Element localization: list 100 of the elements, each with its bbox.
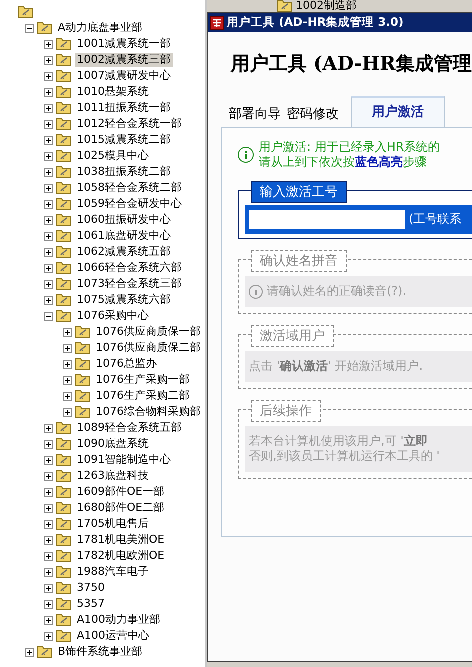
tree-item[interactable]: 1066轻合金系统六部 bbox=[75, 261, 184, 275]
tree-item[interactable]: 1038扭振系统二部 bbox=[75, 165, 173, 179]
tree-item[interactable]: 1988汽车电子 bbox=[75, 565, 151, 579]
tree-item[interactable]: A100运营中心 bbox=[75, 629, 152, 643]
expand-toggle[interactable] bbox=[44, 248, 53, 256]
expand-toggle[interactable] bbox=[44, 136, 53, 144]
expand-toggle[interactable] bbox=[44, 488, 53, 496]
expand-toggle[interactable] bbox=[44, 312, 53, 320]
folder-icon bbox=[56, 261, 72, 275]
tree-item[interactable]: 1059轻合金研发中心 bbox=[75, 197, 184, 211]
tree-item[interactable]: 1076供应商质保二部 bbox=[94, 341, 203, 355]
tree-item[interactable]: 1025模具中心 bbox=[75, 149, 151, 163]
folder-icon bbox=[56, 421, 72, 435]
tree-item[interactable]: 5357 bbox=[75, 597, 107, 611]
tree-item[interactable]: 1076供应商质保一部 bbox=[94, 325, 203, 339]
folder-icon bbox=[75, 357, 91, 371]
tree-item[interactable]: 1090底盘系统 bbox=[75, 437, 151, 451]
expand-toggle[interactable] bbox=[44, 424, 53, 432]
expand-toggle[interactable] bbox=[44, 296, 53, 304]
expand-toggle[interactable] bbox=[25, 24, 34, 32]
expand-toggle[interactable] bbox=[44, 216, 53, 224]
expand-toggle[interactable] bbox=[44, 600, 53, 608]
expand-toggle[interactable] bbox=[63, 328, 72, 336]
tree-item[interactable]: A100动力事业部 bbox=[75, 613, 163, 627]
tree-item[interactable]: 1058轻合金系统二部 bbox=[75, 181, 184, 195]
folder-icon bbox=[18, 5, 34, 19]
tree-item[interactable]: 1076综合物料采购部 bbox=[94, 405, 203, 419]
tree-item[interactable]: 1060扭振研发中心 bbox=[75, 213, 173, 227]
tree-item[interactable]: 1076生产采购二部 bbox=[94, 389, 192, 403]
expand-toggle[interactable] bbox=[44, 40, 53, 48]
tree-item[interactable]: 1609部件OE一部 bbox=[75, 485, 167, 499]
expand-toggle[interactable] bbox=[44, 200, 53, 208]
folder-icon bbox=[56, 437, 72, 451]
tree-item[interactable]: 1010悬架系统 bbox=[75, 85, 151, 99]
tree-item[interactable]: 1075减震系统六部 bbox=[75, 293, 173, 307]
tree-item[interactable]: 1001减震系统一部 bbox=[75, 37, 173, 51]
expand-toggle[interactable] bbox=[44, 584, 53, 592]
expand-toggle[interactable] bbox=[44, 536, 53, 544]
expand-toggle[interactable] bbox=[44, 152, 53, 160]
note-text: 请确认姓名的正确读音(?). bbox=[267, 284, 407, 299]
tree-item[interactable]: 1012轻合金系统一部 bbox=[75, 117, 184, 131]
expand-toggle[interactable] bbox=[44, 472, 53, 480]
tree-item[interactable]: 1705机电售后 bbox=[75, 517, 151, 531]
expand-toggle[interactable] bbox=[44, 232, 53, 240]
tab[interactable]: 用户激活 bbox=[351, 96, 445, 127]
expand-toggle[interactable] bbox=[44, 56, 53, 64]
expand-toggle[interactable] bbox=[44, 440, 53, 448]
expand-toggle[interactable] bbox=[44, 520, 53, 528]
folder-icon bbox=[37, 21, 53, 35]
expand-toggle[interactable] bbox=[63, 392, 72, 400]
expand-toggle[interactable] bbox=[44, 632, 53, 640]
folder-icon bbox=[56, 597, 72, 611]
input-field[interactable] bbox=[249, 210, 405, 229]
expand-toggle[interactable] bbox=[44, 168, 53, 176]
tree-item[interactable]: 1062减震系统五部 bbox=[75, 245, 173, 259]
expand-toggle[interactable] bbox=[44, 88, 53, 96]
expand-toggle[interactable] bbox=[25, 648, 34, 656]
tree-item[interactable]: 1061底盘研发中心 bbox=[75, 229, 173, 243]
expand-toggle[interactable] bbox=[44, 184, 53, 192]
folder-icon bbox=[56, 149, 72, 163]
expand-toggle[interactable] bbox=[44, 456, 53, 464]
tree-item[interactable]: 1781机电美洲OE bbox=[75, 533, 167, 547]
folder-icon bbox=[56, 69, 72, 83]
tree-item[interactable]: B饰件系统事业部 bbox=[56, 645, 145, 659]
expand-toggle[interactable] bbox=[44, 72, 53, 80]
expand-toggle[interactable] bbox=[44, 616, 53, 624]
tree-item[interactable]: 1076生产采购一部 bbox=[94, 373, 192, 387]
group-title: 确认姓名拼音 bbox=[251, 250, 347, 272]
expand-toggle[interactable] bbox=[44, 504, 53, 512]
tree-item[interactable]: 1002制造部 bbox=[296, 0, 357, 12]
tree-item[interactable]: 1076采购中心 bbox=[75, 309, 151, 323]
tree-item[interactable]: 1680部件OE二部 bbox=[75, 501, 167, 515]
expand-toggle[interactable] bbox=[63, 344, 72, 352]
note-text: 否则,到该员工计算机运行本工具的 ' bbox=[249, 449, 440, 464]
folder-icon bbox=[56, 453, 72, 467]
tree-item[interactable]: 1091智能制造中心 bbox=[75, 453, 173, 467]
tree-item[interactable]: 1089轻合金系统五部 bbox=[75, 421, 184, 435]
tree-item[interactable]: A动力底盘事业部 bbox=[56, 21, 145, 35]
tree-item[interactable]: 1011扭振系统一部 bbox=[75, 101, 173, 115]
tree-item[interactable]: 1073轻合金系统三部 bbox=[75, 277, 184, 291]
tree-item[interactable]: 1007减震研发中心 bbox=[75, 69, 173, 83]
expand-toggle[interactable] bbox=[44, 120, 53, 128]
expand-toggle[interactable] bbox=[44, 280, 53, 288]
tree-item[interactable]: 1782机电欧洲OE bbox=[75, 549, 167, 563]
expand-toggle[interactable] bbox=[44, 264, 53, 272]
tree-item[interactable]: 1263底盘科技 bbox=[75, 469, 151, 483]
expand-toggle[interactable] bbox=[44, 104, 53, 112]
tab[interactable]: 密码修改 bbox=[287, 101, 339, 127]
expand-toggle[interactable] bbox=[44, 552, 53, 560]
expand-toggle[interactable] bbox=[63, 408, 72, 416]
tab[interactable]: 部署向导 bbox=[229, 101, 281, 127]
tree-item[interactable]: 1076总监办 bbox=[94, 357, 159, 371]
expand-toggle[interactable] bbox=[44, 568, 53, 576]
tree-item[interactable]: 1015减震系统二部 bbox=[75, 133, 173, 147]
folder-icon bbox=[75, 405, 91, 419]
expand-toggle[interactable] bbox=[63, 360, 72, 368]
expand-toggle[interactable] bbox=[63, 376, 72, 384]
tree-item[interactable]: 1002减震系统三部 bbox=[75, 53, 173, 67]
folder-icon bbox=[56, 37, 72, 51]
tree-item[interactable]: 3750 bbox=[75, 581, 107, 595]
